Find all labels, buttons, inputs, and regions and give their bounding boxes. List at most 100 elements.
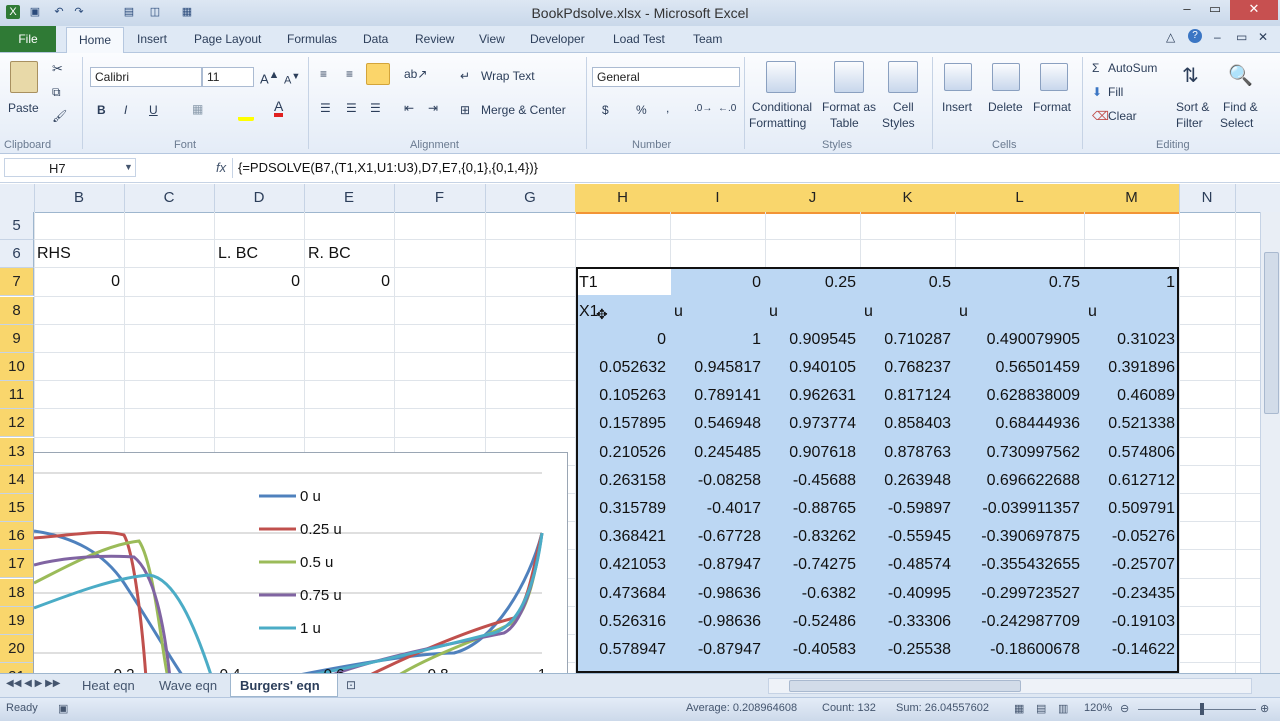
cell-m16[interactable]: -0.05276 — [1084, 528, 1175, 546]
sheet-tab-wave-eqn[interactable]: Wave eqn — [159, 678, 217, 693]
help-icon[interactable]: ? — [1188, 29, 1202, 43]
cell-i20[interactable]: -0.87947 — [670, 641, 761, 659]
cell-h12[interactable]: 0.157895 — [575, 415, 666, 433]
zoom-slider-handle[interactable] — [1200, 703, 1204, 715]
column-header-k[interactable]: K — [860, 184, 956, 214]
row-header-7[interactable]: 7 — [0, 268, 34, 296]
font-size-select[interactable]: 11 — [202, 67, 254, 87]
sort-filter-icon[interactable]: ⇅ — [1182, 63, 1199, 88]
cell-styles-label-1[interactable]: Cell — [893, 100, 914, 114]
find-select-label-1[interactable]: Find & — [1223, 100, 1258, 114]
cell-m7[interactable]: 1 — [1084, 274, 1175, 292]
fill-color-icon[interactable] — [238, 103, 254, 121]
cell-l16[interactable]: -0.390697875 — [955, 528, 1080, 546]
workbook-close-icon[interactable]: ✕ — [1258, 30, 1268, 44]
tab-team[interactable]: Team — [693, 32, 722, 46]
tab-review[interactable]: Review — [415, 32, 454, 46]
cell-m12[interactable]: 0.521338 — [1084, 415, 1175, 433]
name-box-dropdown-icon[interactable]: ▼ — [124, 162, 133, 172]
increase-decimal-icon[interactable]: .0→ — [694, 103, 712, 114]
column-header-m[interactable]: M — [1084, 184, 1180, 214]
cell-d7[interactable]: 0 — [214, 273, 300, 291]
tab-load-test[interactable]: Load Test — [613, 32, 665, 46]
cell-styles-icon[interactable] — [888, 61, 918, 93]
cell-l19[interactable]: -0.242987709 — [955, 613, 1080, 631]
fill-button[interactable]: Fill — [1108, 85, 1123, 99]
bold-button[interactable]: B — [97, 103, 106, 117]
cell-i7[interactable]: 0 — [670, 274, 761, 292]
cell-h9[interactable]: 0 — [575, 331, 666, 349]
cell-h11[interactable]: 0.105263 — [575, 387, 666, 405]
tab-page-layout[interactable]: Page Layout — [194, 32, 261, 46]
wrap-text-button[interactable]: Wrap Text — [481, 69, 535, 83]
minimize-button[interactable]: – — [1174, 0, 1200, 20]
conditional-formatting-label-2[interactable]: Formatting — [749, 116, 806, 130]
underline-button[interactable]: U — [149, 103, 158, 117]
paste-button[interactable]: Paste — [8, 101, 39, 115]
cell-k8[interactable]: u — [864, 303, 873, 321]
shrink-font-icon[interactable]: A▼ — [284, 71, 300, 87]
cell-l15[interactable]: -0.039911357 — [955, 500, 1080, 518]
tab-formulas[interactable]: Formulas — [287, 32, 337, 46]
column-header-h[interactable]: H — [575, 184, 671, 214]
align-middle-icon[interactable]: ≡ — [346, 67, 353, 81]
format-as-table-label-2[interactable]: Table — [830, 116, 859, 130]
zoom-in-icon[interactable]: ⊕ — [1260, 702, 1269, 715]
clear-button[interactable]: Clear — [1108, 109, 1137, 123]
paste-icon[interactable] — [10, 61, 38, 93]
decrease-indent-icon[interactable]: ⇤ — [404, 101, 414, 115]
normal-view-icon[interactable]: ▦ — [1014, 702, 1024, 715]
cell-i14[interactable]: -0.08258 — [670, 472, 761, 490]
format-cells-button[interactable]: Format — [1033, 100, 1071, 114]
name-box[interactable]: H7 — [4, 158, 136, 177]
cell-h14[interactable]: 0.263158 — [575, 472, 666, 490]
row-header-5[interactable]: 5 — [0, 212, 34, 240]
cell-h16[interactable]: 0.368421 — [575, 528, 666, 546]
tab-insert[interactable]: Insert — [137, 32, 167, 46]
workbook-minimize-icon[interactable]: – — [1214, 30, 1221, 44]
zoom-out-icon[interactable]: ⊖ — [1120, 702, 1129, 715]
cell-b7[interactable]: 0 — [34, 273, 120, 291]
horizontal-scroll-thumb[interactable] — [789, 680, 1021, 692]
cell-l20[interactable]: -0.18600678 — [955, 641, 1080, 659]
row-header-14[interactable]: 14 — [0, 466, 34, 494]
vertical-scrollbar[interactable] — [1260, 212, 1280, 673]
decrease-decimal-icon[interactable]: ←.0 — [718, 103, 736, 114]
cell-m19[interactable]: -0.19103 — [1084, 613, 1175, 631]
align-bottom-icon[interactable] — [366, 63, 390, 85]
cell-j8[interactable]: u — [769, 303, 778, 321]
conditional-formatting-label-1[interactable]: Conditional — [752, 100, 812, 114]
workbook-restore-icon[interactable]: ▭ — [1236, 30, 1247, 44]
cell-i19[interactable]: -0.98636 — [670, 613, 761, 631]
cell-i16[interactable]: -0.67728 — [670, 528, 761, 546]
cell-h19[interactable]: 0.526316 — [575, 613, 666, 631]
borders-icon[interactable]: ▦ — [192, 102, 203, 116]
column-header-g[interactable]: G — [485, 184, 576, 212]
conditional-formatting-icon[interactable] — [766, 61, 796, 93]
macro-record-icon[interactable]: ▣ — [58, 702, 68, 715]
copy-icon[interactable]: ⧉ — [52, 85, 61, 100]
cell-j20[interactable]: -0.40583 — [765, 641, 856, 659]
cell-h17[interactable]: 0.421053 — [575, 556, 666, 574]
cell-m11[interactable]: 0.46089 — [1084, 387, 1175, 405]
cell-m8[interactable]: u — [1088, 303, 1097, 321]
column-header-l[interactable]: L — [955, 184, 1085, 214]
cell-k16[interactable]: -0.55945 — [860, 528, 951, 546]
formula-input[interactable]: {=PDSOLVE(B7,(T1,X1,U1:U3),D7,E7,{0,1},{… — [238, 160, 538, 175]
tab-home[interactable]: Home — [66, 27, 124, 54]
column-header-j[interactable]: J — [765, 184, 861, 214]
row-header-9[interactable]: 9 — [0, 325, 34, 353]
tab-data[interactable]: Data — [363, 32, 388, 46]
cell-k7[interactable]: 0.5 — [860, 274, 951, 292]
cell-j14[interactable]: -0.45688 — [765, 472, 856, 490]
format-cells-icon[interactable] — [1040, 63, 1068, 91]
cell-k10[interactable]: 0.768237 — [860, 359, 951, 377]
cell-d6[interactable]: L. BC — [218, 245, 258, 263]
sheet-tab-heat-eqn[interactable]: Heat eqn — [82, 678, 135, 693]
cell-l11[interactable]: 0.628838009 — [955, 387, 1080, 405]
tab-developer[interactable]: Developer — [530, 32, 585, 46]
cell-j18[interactable]: -0.6382 — [765, 585, 856, 603]
column-header-c[interactable]: C — [124, 184, 215, 212]
delete-cells-button[interactable]: Delete — [988, 100, 1023, 114]
column-header-f[interactable]: F — [394, 184, 486, 212]
